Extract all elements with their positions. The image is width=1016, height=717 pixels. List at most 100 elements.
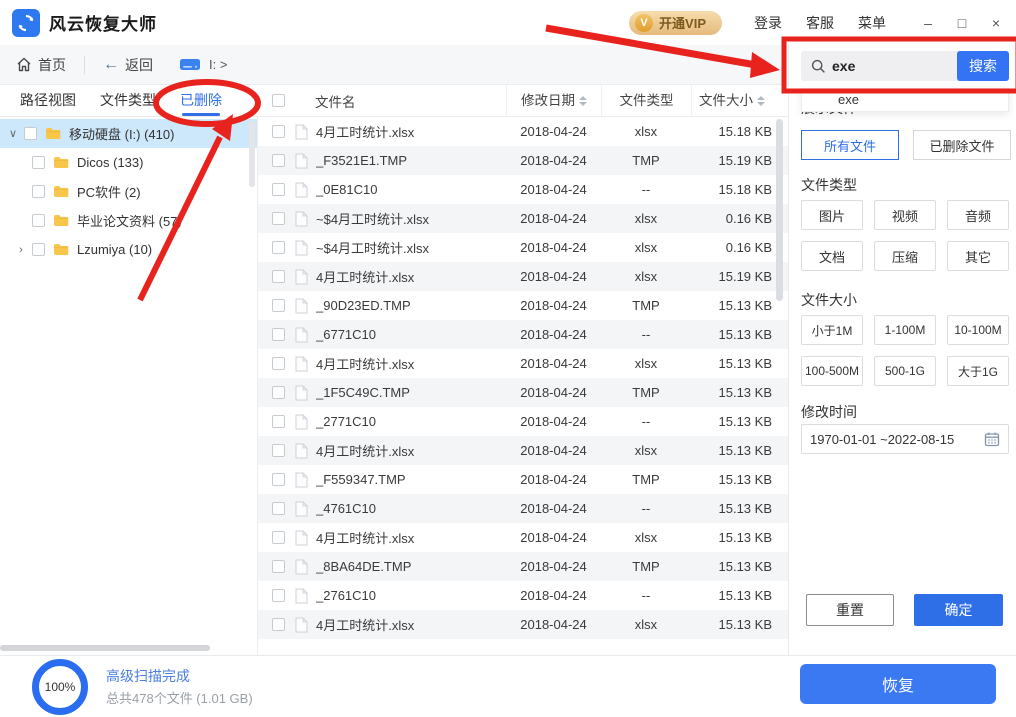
tree-item[interactable]: PC软件 (2) — [0, 177, 257, 206]
table-row[interactable]: 4月工时统计.xlsx 2018-04-24 xlsx 15.18 KB — [258, 117, 788, 146]
maximize-button[interactable]: □ — [954, 15, 970, 31]
row-checkbox[interactable] — [272, 589, 285, 602]
file-type-option[interactable]: 视频 — [874, 200, 936, 230]
row-checkbox[interactable] — [272, 444, 285, 457]
row-checkbox[interactable] — [272, 502, 285, 515]
file-size-option[interactable]: 10-100M — [947, 315, 1009, 345]
table-row[interactable]: _2761C10 2018-04-24 -- 15.13 KB — [258, 581, 788, 610]
file-type-option[interactable]: 其它 — [947, 241, 1009, 271]
search-box[interactable]: 搜索 — [801, 51, 1009, 81]
row-checkbox[interactable] — [272, 415, 285, 428]
row-checkbox[interactable] — [272, 328, 285, 341]
table-row[interactable]: ~$4月工时统计.xlsx 2018-04-24 xlsx 0.16 KB — [258, 233, 788, 262]
row-checkbox[interactable] — [272, 270, 285, 283]
header-date[interactable]: 修改日期 — [506, 85, 601, 117]
header-size[interactable]: 文件大小 — [691, 85, 788, 117]
login-link[interactable]: 登录 — [754, 13, 782, 33]
file-size: 15.13 KB — [691, 617, 788, 632]
breadcrumb[interactable]: I: > — [179, 57, 227, 72]
row-checkbox[interactable] — [272, 241, 285, 254]
file-size-option[interactable]: 小于1M — [801, 315, 863, 345]
tab[interactable]: 路径视图 — [20, 85, 76, 117]
sidebar-horizontal-scrollbar[interactable] — [0, 645, 210, 651]
table-row[interactable]: _F3521E1.TMP 2018-04-24 TMP 15.19 KB — [258, 146, 788, 175]
row-checkbox[interactable] — [272, 357, 285, 370]
minimize-button[interactable]: – — [920, 15, 936, 31]
menu-link[interactable]: 菜单 — [858, 13, 886, 33]
open-vip-button[interactable]: V 开通VIP — [629, 11, 722, 35]
table-row[interactable]: 4月工时统计.xlsx 2018-04-24 xlsx 15.19 KB — [258, 262, 788, 291]
file-type-option[interactable]: 压缩 — [874, 241, 936, 271]
row-checkbox[interactable] — [272, 154, 285, 167]
header-type[interactable]: 文件类型 — [601, 85, 691, 117]
table-vertical-scrollbar[interactable] — [776, 119, 783, 301]
row-checkbox[interactable] — [272, 299, 285, 312]
close-button[interactable]: × — [988, 15, 1004, 31]
table-row[interactable]: 4月工时统计.xlsx 2018-04-24 xlsx 15.13 KB — [258, 610, 788, 639]
search-suggestion-item[interactable]: exe — [801, 88, 1009, 112]
tab[interactable]: 文件类型 — [100, 85, 156, 117]
search-input[interactable] — [832, 58, 962, 74]
tree-item-checkbox[interactable] — [24, 127, 37, 140]
file-type: -- — [601, 182, 691, 197]
tree-item[interactable]: › Lzumiya (10) — [0, 235, 257, 264]
file-type-option[interactable]: 音频 — [947, 200, 1009, 230]
file-size-option[interactable]: 100-500M — [801, 356, 863, 386]
table-row[interactable]: _0E81C10 2018-04-24 -- 15.18 KB — [258, 175, 788, 204]
tree-item-checkbox[interactable] — [32, 156, 45, 169]
row-checkbox[interactable] — [272, 473, 285, 486]
row-checkbox[interactable] — [272, 125, 285, 138]
file-name: 4月工时统计.xlsx — [316, 615, 414, 634]
confirm-button[interactable]: 确定 — [914, 594, 1003, 626]
table-row[interactable]: _8BA64DE.TMP 2018-04-24 TMP 15.13 KB — [258, 552, 788, 581]
tree-item-checkbox[interactable] — [32, 185, 45, 198]
file-size-option[interactable]: 500-1G — [874, 356, 936, 386]
table-row[interactable]: 4月工时统计.xlsx 2018-04-24 xlsx 15.13 KB — [258, 349, 788, 378]
file-size-option[interactable]: 大于1G — [947, 356, 1009, 386]
sort-icon[interactable] — [579, 96, 587, 106]
tree-item-checkbox[interactable] — [32, 214, 45, 227]
toolbar-divider — [84, 56, 85, 74]
back-button[interactable]: ← 返回 — [103, 55, 153, 75]
sort-icon[interactable] — [757, 96, 765, 106]
table-row[interactable]: _1F5C49C.TMP 2018-04-24 TMP 15.13 KB — [258, 378, 788, 407]
table-row[interactable]: _F559347.TMP 2018-04-24 TMP 15.13 KB — [258, 465, 788, 494]
table-row[interactable]: 4月工时统计.xlsx 2018-04-24 xlsx 15.13 KB — [258, 436, 788, 465]
row-checkbox[interactable] — [272, 183, 285, 196]
tree-item[interactable]: ∨ 移动硬盘 (I:) (410) — [0, 119, 257, 148]
file-icon — [295, 269, 308, 285]
row-checkbox[interactable] — [272, 386, 285, 399]
row-checkbox[interactable] — [272, 560, 285, 573]
date-range-input[interactable]: 1970-01-01 ~2022-08-15 — [801, 424, 1009, 454]
file-size-option[interactable]: 1-100M — [874, 315, 936, 345]
scan-status: 高级扫描完成 — [106, 666, 190, 686]
tree-item-checkbox[interactable] — [32, 243, 45, 256]
sidebar-vertical-scrollbar[interactable] — [249, 121, 255, 187]
table-row[interactable]: _90D23ED.TMP 2018-04-24 TMP 15.13 KB — [258, 291, 788, 320]
table-row[interactable]: _2771C10 2018-04-24 -- 15.13 KB — [258, 407, 788, 436]
file-type-option[interactable]: 图片 — [801, 200, 863, 230]
all-files-button[interactable]: 所有文件 — [801, 130, 899, 160]
reset-button[interactable]: 重置 — [806, 594, 894, 626]
file-type-option[interactable]: 文档 — [801, 241, 863, 271]
table-row[interactable]: _6771C10 2018-04-24 -- 15.13 KB — [258, 320, 788, 349]
table-row[interactable]: _4761C10 2018-04-24 -- 15.13 KB — [258, 494, 788, 523]
recover-button[interactable]: 恢复 — [800, 664, 996, 704]
table-row[interactable]: ~$4月工时统计.xlsx 2018-04-24 xlsx 0.16 KB — [258, 204, 788, 233]
tab[interactable]: 已删除 — [180, 85, 222, 117]
file-name: 4月工时统计.xlsx — [316, 528, 414, 547]
row-checkbox[interactable] — [272, 531, 285, 544]
row-checkbox[interactable] — [272, 212, 285, 225]
calendar-icon[interactable] — [984, 431, 1000, 447]
chevron-icon[interactable]: › — [14, 244, 28, 256]
support-link[interactable]: 客服 — [806, 13, 834, 33]
tree-item[interactable]: Dicos (133) — [0, 148, 257, 177]
table-row[interactable]: 4月工时统计.xlsx 2018-04-24 xlsx 15.13 KB — [258, 523, 788, 552]
tree-item[interactable]: 毕业论文资料 (57) — [0, 206, 257, 235]
search-button[interactable]: 搜索 — [957, 51, 1009, 81]
deleted-files-button[interactable]: 已删除文件 — [913, 130, 1011, 160]
row-checkbox[interactable] — [272, 618, 285, 631]
home-button[interactable]: 首页 — [16, 55, 66, 75]
chevron-icon[interactable]: ∨ — [6, 127, 20, 140]
select-all-checkbox[interactable] — [272, 94, 285, 107]
